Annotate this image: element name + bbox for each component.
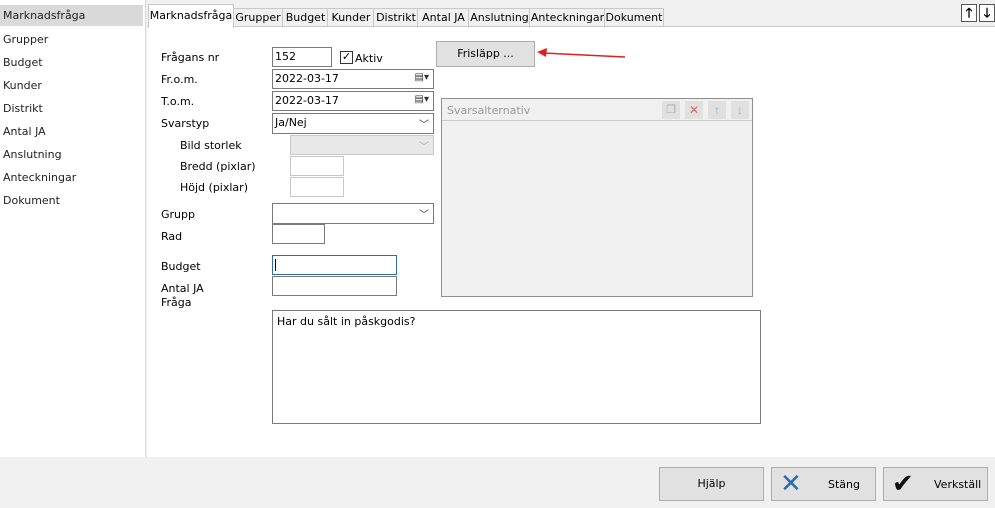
move-down-button[interactable]: 🡓 (979, 4, 995, 22)
answer-type-value: Ja/Nej (275, 116, 307, 129)
close-button[interactable]: ✕ Stäng (771, 467, 876, 501)
answer-options-list[interactable] (442, 122, 752, 296)
sidebar-item-grupper[interactable]: Grupper (3, 33, 48, 46)
image-size-select: ﹀ (290, 135, 434, 155)
width-label: Bredd (pixlar) (180, 160, 256, 173)
check-icon: ✔ (892, 469, 914, 499)
image-size-label: Bild storlek (180, 139, 242, 152)
from-date-value: 2022-03-17 (275, 72, 339, 85)
release-button[interactable]: Frisläpp ... (436, 41, 535, 67)
checkmark-icon: ✓ (341, 51, 352, 63)
answer-type-select[interactable]: Ja/Nej ﹀ (272, 113, 434, 134)
move-up-button[interactable]: 🡑 (961, 4, 977, 22)
height-input (290, 177, 344, 197)
tab-budget[interactable]: Budget (282, 8, 329, 27)
tab-dokument[interactable]: Dokument (604, 8, 664, 27)
arrow-up-icon[interactable]: ↑ (708, 101, 726, 119)
question-nr-label: Frågans nr (161, 51, 220, 64)
group-label: Grupp (161, 208, 195, 221)
tab-distrikt[interactable]: Distrikt (373, 8, 419, 27)
budget-input[interactable] (272, 255, 397, 275)
sidebar-item-budget[interactable]: Budget (3, 56, 43, 69)
height-label: Höjd (pixlar) (180, 181, 248, 194)
sidebar-item-marknadsfraga[interactable]: Marknadsfråga (3, 9, 85, 22)
tab-antal-ja[interactable]: Antal JA (417, 8, 470, 27)
copy-icon[interactable]: ❐ (662, 101, 680, 119)
active-checkbox[interactable]: ✓ (340, 51, 353, 64)
help-button[interactable]: Hjälp (659, 467, 764, 501)
width-input (290, 156, 344, 176)
question-nr-input[interactable]: 152 (272, 47, 332, 67)
sidebar-item-anslutning[interactable]: Anslutning (3, 148, 62, 161)
question-textarea[interactable]: Har du sålt in påskgodis? (272, 310, 761, 424)
to-date-picker[interactable]: 2022-03-17 ▤▾ (272, 91, 434, 111)
row-label: Rad (161, 230, 183, 243)
tab-kunder[interactable]: Kunder (327, 8, 375, 27)
tab-grupper[interactable]: Grupper (232, 8, 284, 27)
execute-label: Verkställ (934, 478, 982, 491)
arrow-down-icon: 🡓 (983, 5, 991, 20)
close-icon: ✕ (780, 469, 802, 499)
yes-count-label: Antal JA (161, 282, 204, 295)
row-input[interactable] (272, 224, 325, 244)
answer-options-panel: Svarsalternativ ❐ ✕ ↑ ↓ (441, 98, 753, 297)
execute-button[interactable]: ✔ Verkställ (883, 467, 988, 501)
delete-icon[interactable]: ✕ (685, 101, 703, 119)
sidebar-item-dokument[interactable]: Dokument (3, 194, 60, 207)
red-arrow-annotation (537, 48, 626, 58)
active-label: Aktiv (355, 52, 383, 65)
chevron-down-icon: ﹀ (419, 210, 429, 221)
group-select[interactable]: ﹀ (272, 203, 434, 224)
chevron-down-icon: ﹀ (419, 120, 429, 131)
answer-options-header: Svarsalternativ ❐ ✕ ↑ ↓ (442, 99, 752, 121)
to-date-value: 2022-03-17 (275, 94, 339, 107)
sidebar-item-anteckningar[interactable]: Anteckningar (3, 171, 76, 184)
yes-count-input[interactable] (272, 276, 397, 296)
arrow-down-icon[interactable]: ↓ (731, 101, 749, 119)
chevron-down-icon: ﹀ (419, 142, 429, 153)
arrow-up-icon: 🡑 (965, 5, 973, 20)
from-date-picker[interactable]: 2022-03-17 ▤▾ (272, 69, 434, 89)
sidebar-item-distrikt[interactable]: Distrikt (3, 102, 43, 115)
calendar-dropdown-icon[interactable]: ▤▾ (415, 94, 429, 105)
tab-anteckningar[interactable]: Anteckningar (529, 8, 606, 27)
calendar-dropdown-icon[interactable]: ▤▾ (415, 72, 429, 83)
sidebar-item-antal-ja[interactable]: Antal JA (3, 125, 46, 138)
tab-anslutning[interactable]: Anslutning (468, 8, 531, 27)
sidebar: Marknadsfråga Grupper Budget Kunder Dist… (0, 0, 146, 457)
answer-type-label: Svarstyp (161, 117, 210, 130)
budget-label: Budget (161, 260, 201, 273)
sidebar-item-kunder[interactable]: Kunder (3, 79, 42, 92)
to-date-label: T.o.m. (161, 95, 195, 108)
from-date-label: Fr.o.m. (161, 73, 198, 86)
text-cursor (275, 259, 276, 271)
close-label: Stäng (828, 478, 860, 491)
tab-marknadsfraga[interactable]: Marknadsfråga (148, 4, 234, 28)
question-label: Fråga (161, 296, 192, 309)
answer-options-title: Svarsalternativ (447, 104, 531, 117)
